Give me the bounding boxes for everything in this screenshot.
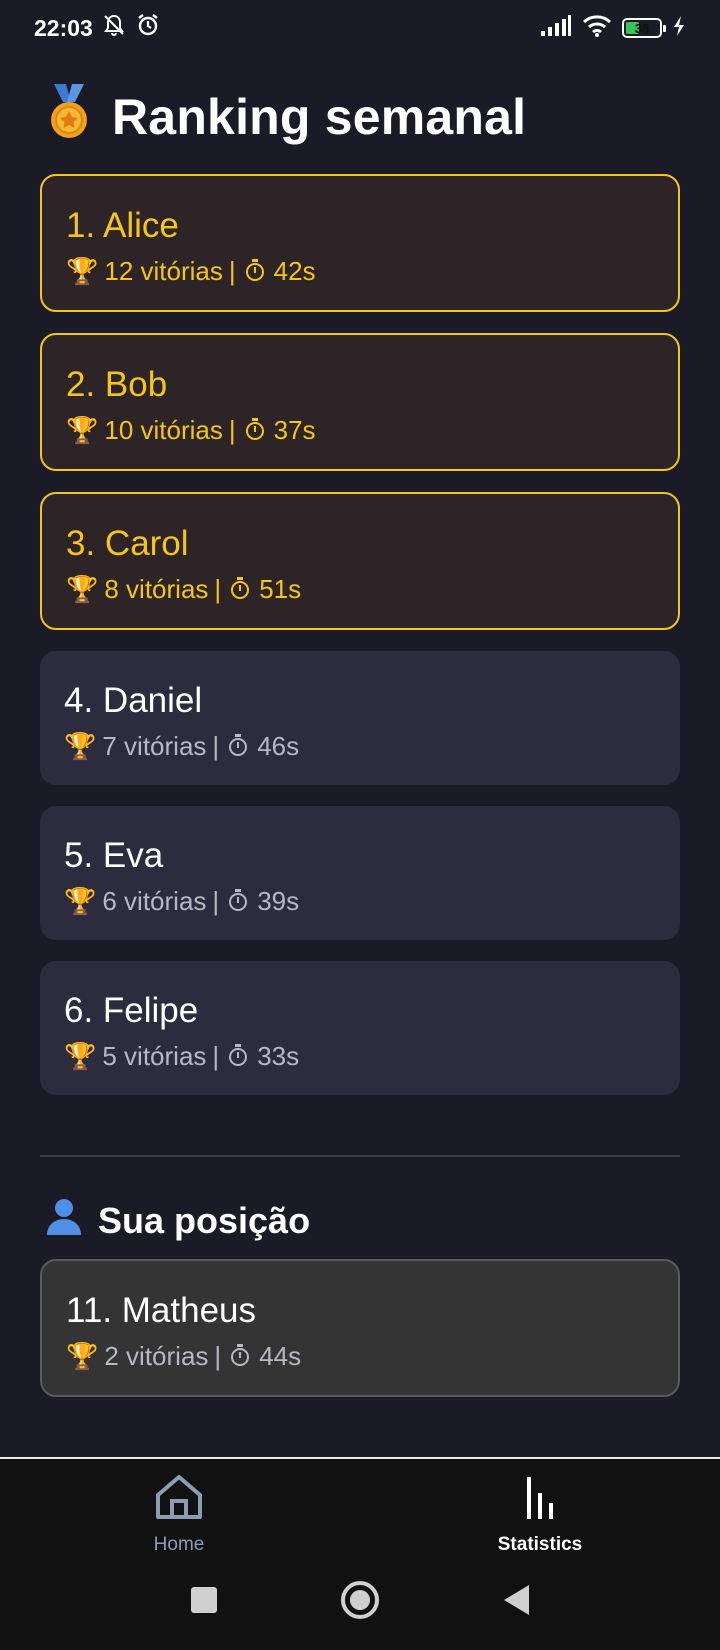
ranking-card[interactable]: 5. Eva 🏆 6 vitórias | 39s xyxy=(40,806,680,940)
trophy-icon: 🏆 xyxy=(64,1041,97,1071)
back-button[interactable] xyxy=(501,1583,531,1617)
time: 33s xyxy=(257,1041,300,1071)
player-name: 3. Carol xyxy=(66,524,189,563)
bar-chart-icon xyxy=(514,1471,566,1528)
status-right: 38 xyxy=(540,14,686,43)
stopwatch-icon xyxy=(229,888,248,911)
wins: 2 vitórias xyxy=(104,1341,209,1371)
wins: 10 vitórias xyxy=(104,415,223,445)
player-name: 5. Eva xyxy=(64,836,164,875)
separator: | xyxy=(212,1041,220,1071)
wins: 7 vitórias xyxy=(102,731,207,761)
wins: 8 vitórias xyxy=(104,574,209,604)
page-title-text: Ranking semanal xyxy=(112,89,527,145)
ranking-card[interactable]: 4. Daniel 🏆 7 vitórias | 46s xyxy=(40,651,680,785)
stopwatch-icon xyxy=(229,1043,248,1066)
nav-statistics[interactable]: Statistics xyxy=(440,1471,640,1556)
separator: | xyxy=(212,886,220,916)
battery-level: 38 xyxy=(634,20,650,36)
separator: | xyxy=(214,1341,222,1371)
recents-button[interactable] xyxy=(189,1585,219,1615)
player-stats: 🏆 10 vitórias | 37s xyxy=(66,415,316,446)
time: 39s xyxy=(257,886,300,916)
stopwatch-icon xyxy=(245,258,264,281)
medal-icon xyxy=(44,84,94,150)
player-name: 1. Alice xyxy=(66,206,179,245)
ranking-card[interactable]: 6. Felipe 🏆 5 vitórias | 33s xyxy=(40,961,680,1095)
time: 51s xyxy=(259,574,302,604)
trophy-icon: 🏆 xyxy=(66,574,99,604)
my-position-title: Sua posição xyxy=(98,1200,311,1241)
home-system-button[interactable] xyxy=(339,1579,381,1621)
wifi-icon xyxy=(582,14,612,43)
stopwatch-icon xyxy=(231,576,250,599)
player-name: 6. Felipe xyxy=(64,991,199,1030)
player-stats: 🏆 6 vitórias | 39s xyxy=(64,886,299,917)
ranking-card[interactable]: 1. Alice 🏆 12 vitórias | 42s xyxy=(40,174,680,312)
wins: 5 vitórias xyxy=(102,1041,207,1071)
charging-icon xyxy=(672,15,686,42)
player-name: 2. Bob xyxy=(66,365,168,404)
wins: 6 vitórias xyxy=(102,886,207,916)
my-position-header: Sua posição xyxy=(44,1196,310,1246)
nav-home[interactable]: Home xyxy=(79,1471,279,1556)
separator: | xyxy=(228,256,236,286)
trophy-icon: 🏆 xyxy=(66,256,99,286)
player-name: 4. Daniel xyxy=(64,681,203,720)
signal-icon xyxy=(540,14,572,42)
time: 44s xyxy=(259,1341,302,1371)
wins: 12 vitórias xyxy=(104,256,223,286)
home-icon xyxy=(153,1471,205,1528)
battery-icon: 38 xyxy=(622,18,666,38)
player-name: 11. Matheus xyxy=(66,1291,257,1330)
player-stats: 🏆 8 vitórias | 51s xyxy=(66,574,301,605)
trophy-icon: 🏆 xyxy=(64,886,97,916)
stopwatch-icon xyxy=(245,417,264,440)
trophy-icon: 🏆 xyxy=(64,731,97,761)
status-bar: 22:03 38 xyxy=(0,0,720,56)
my-position-card[interactable]: 11. Matheus 🏆 2 vitórias | 44s xyxy=(40,1259,680,1397)
player-stats: 🏆 12 vitórias | 42s xyxy=(66,256,316,287)
time: 37s xyxy=(273,415,316,445)
trophy-icon: 🏆 xyxy=(66,1341,99,1371)
divider xyxy=(40,1155,680,1157)
stopwatch-icon xyxy=(229,733,248,756)
time: 46s xyxy=(257,731,300,761)
alarm-icon xyxy=(135,12,161,44)
separator: | xyxy=(214,574,222,604)
person-icon xyxy=(44,1196,84,1246)
system-navigation-bar xyxy=(0,1550,720,1650)
player-stats: 🏆 5 vitórias | 33s xyxy=(64,1041,299,1072)
time: 42s xyxy=(273,256,316,286)
mute-notifications-icon xyxy=(101,12,127,44)
player-stats: 🏆 2 vitórias | 44s xyxy=(66,1341,301,1372)
ranking-card[interactable]: 3. Carol 🏆 8 vitórias | 51s xyxy=(40,492,680,630)
status-left: 22:03 xyxy=(34,12,161,44)
separator: | xyxy=(228,415,236,445)
stopwatch-icon xyxy=(231,1343,250,1366)
status-time: 22:03 xyxy=(34,14,93,41)
trophy-icon: 🏆 xyxy=(66,415,99,445)
page-title: Ranking semanal xyxy=(44,84,526,150)
ranking-card[interactable]: 2. Bob 🏆 10 vitórias | 37s xyxy=(40,333,680,471)
separator: | xyxy=(212,731,220,761)
player-stats: 🏆 7 vitórias | 46s xyxy=(64,731,299,762)
